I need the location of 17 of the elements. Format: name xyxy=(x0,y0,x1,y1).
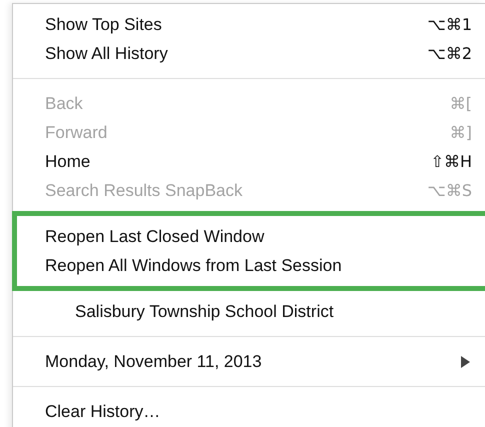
menu-item[interactable]: Monday, November 11, 2013 xyxy=(13,347,472,376)
menu-item[interactable]: Home ⇧⌘H xyxy=(13,147,472,176)
shortcut-label: ⌥⌘1 xyxy=(427,15,472,34)
menu-item[interactable]: Clear History… xyxy=(13,397,472,426)
menu-item: Search Results SnapBack ⌥⌘S xyxy=(44,180,472,202)
menu-item[interactable]: Reopen All Windows from Last Session xyxy=(17,251,472,280)
menu-item: Back ⌘[ xyxy=(44,92,472,115)
menu-item[interactable]: Show Top Sites ⌥⌘1 xyxy=(13,10,472,39)
shortcut-label: ⇧⌘H xyxy=(430,152,472,171)
menu-item[interactable]: Show All History ⌥⌘2 xyxy=(13,39,472,68)
menu-heading: Salisbury Township School District xyxy=(74,300,335,322)
shortcut-label: ⌥⌘2 xyxy=(427,44,472,63)
shortcut-label: ⌘] xyxy=(450,123,472,142)
menu-item: Forward ⌘] xyxy=(44,122,472,144)
shortcut-label: ⌥⌘S xyxy=(427,181,472,200)
shortcut-label: ⌘[ xyxy=(450,94,472,113)
menu-item[interactable]: Reopen Last Closed Window xyxy=(17,222,472,251)
